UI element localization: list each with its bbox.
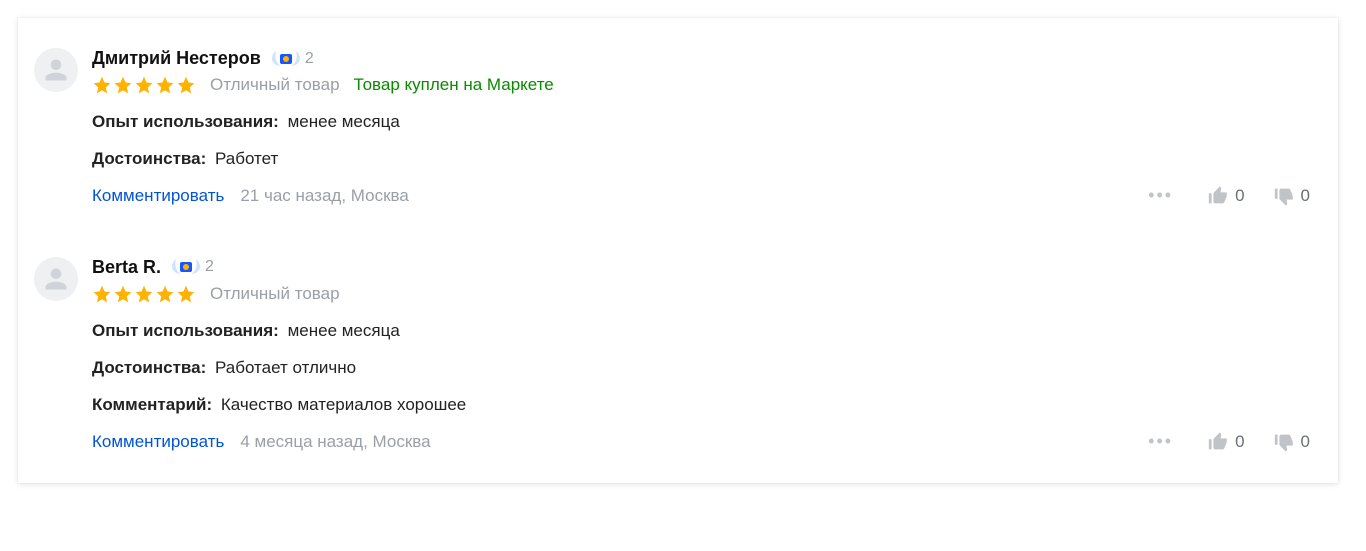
review-item: Berta R. 2 xyxy=(34,243,1310,467)
review-footer: Комментировать 4 месяца назад, Москва ••… xyxy=(92,431,1310,453)
dislike-count: 0 xyxy=(1301,432,1310,452)
comment-value: Качество материалов хорошее xyxy=(221,395,466,414)
timestamp: 4 месяца назад, Москва xyxy=(240,432,430,452)
experience-row: Опыт использования: менее месяца xyxy=(92,111,1310,134)
experience-row: Опыт использования: менее месяца xyxy=(92,320,1310,343)
review-header: Berta R. 2 xyxy=(92,257,1310,278)
thumb-up-icon xyxy=(1207,185,1229,207)
user-icon xyxy=(43,57,69,83)
like-button[interactable]: 0 xyxy=(1207,185,1244,207)
pros-label: Достоинства: xyxy=(92,149,206,168)
user-icon xyxy=(43,266,69,292)
star-icon xyxy=(176,284,196,304)
rating-text: Отличный товар xyxy=(210,75,340,95)
author-badge: 2 xyxy=(169,257,214,277)
comment-row: Комментарий: Качество материалов хорошее xyxy=(92,394,1310,417)
star-icon xyxy=(113,284,133,304)
laurel-camera-icon xyxy=(169,257,203,277)
experience-value: менее месяца xyxy=(288,321,400,340)
stars xyxy=(92,284,196,304)
avatar xyxy=(34,48,78,92)
author-badge: 2 xyxy=(269,49,314,69)
thumb-down-icon xyxy=(1273,185,1295,207)
timestamp: 21 час назад, Москва xyxy=(240,186,408,206)
comment-link[interactable]: Комментировать xyxy=(92,432,224,452)
like-count: 0 xyxy=(1235,186,1244,206)
star-icon xyxy=(92,75,112,95)
star-icon xyxy=(134,284,154,304)
experience-value: менее месяца xyxy=(288,112,400,131)
pros-label: Достоинства: xyxy=(92,358,206,377)
rating-line: Отличный товар Товар куплен на Маркете xyxy=(92,75,1310,95)
more-menu[interactable]: ••• xyxy=(1142,185,1179,206)
reviews-card: Дмитрий Нестеров 2 xyxy=(18,18,1338,483)
author-name[interactable]: Дмитрий Нестеров xyxy=(92,48,261,69)
thumb-down-icon xyxy=(1273,431,1295,453)
like-button[interactable]: 0 xyxy=(1207,431,1244,453)
comment-label: Комментарий: xyxy=(92,395,212,414)
star-icon xyxy=(155,284,175,304)
pros-value: Работает отлично xyxy=(215,358,356,377)
author-level: 2 xyxy=(305,50,314,68)
pros-value: Работет xyxy=(215,149,278,168)
star-icon xyxy=(155,75,175,95)
experience-label: Опыт использования: xyxy=(92,112,279,131)
rating-line: Отличный товар xyxy=(92,284,1310,304)
pros-row: Достоинства: Работет xyxy=(92,148,1310,171)
bought-on-market: Товар куплен на Маркете xyxy=(354,75,554,95)
star-icon xyxy=(113,75,133,95)
experience-label: Опыт использования: xyxy=(92,321,279,340)
review-body: Berta R. 2 xyxy=(92,257,1310,453)
pros-row: Достоинства: Работает отлично xyxy=(92,357,1310,380)
dislike-button[interactable]: 0 xyxy=(1273,185,1310,207)
stars xyxy=(92,75,196,95)
review-item: Дмитрий Нестеров 2 xyxy=(34,34,1310,221)
author-name[interactable]: Berta R. xyxy=(92,257,161,278)
laurel-camera-icon xyxy=(269,49,303,69)
more-menu[interactable]: ••• xyxy=(1142,431,1179,452)
thumb-up-icon xyxy=(1207,431,1229,453)
review-header: Дмитрий Нестеров 2 xyxy=(92,48,1310,69)
rating-text: Отличный товар xyxy=(210,284,340,304)
author-level: 2 xyxy=(205,258,214,276)
comment-link[interactable]: Комментировать xyxy=(92,186,224,206)
review-body: Дмитрий Нестеров 2 xyxy=(92,48,1310,207)
like-count: 0 xyxy=(1235,432,1244,452)
star-icon xyxy=(176,75,196,95)
dislike-button[interactable]: 0 xyxy=(1273,431,1310,453)
avatar xyxy=(34,257,78,301)
dislike-count: 0 xyxy=(1301,186,1310,206)
review-footer: Комментировать 21 час назад, Москва ••• … xyxy=(92,185,1310,207)
star-icon xyxy=(92,284,112,304)
star-icon xyxy=(134,75,154,95)
